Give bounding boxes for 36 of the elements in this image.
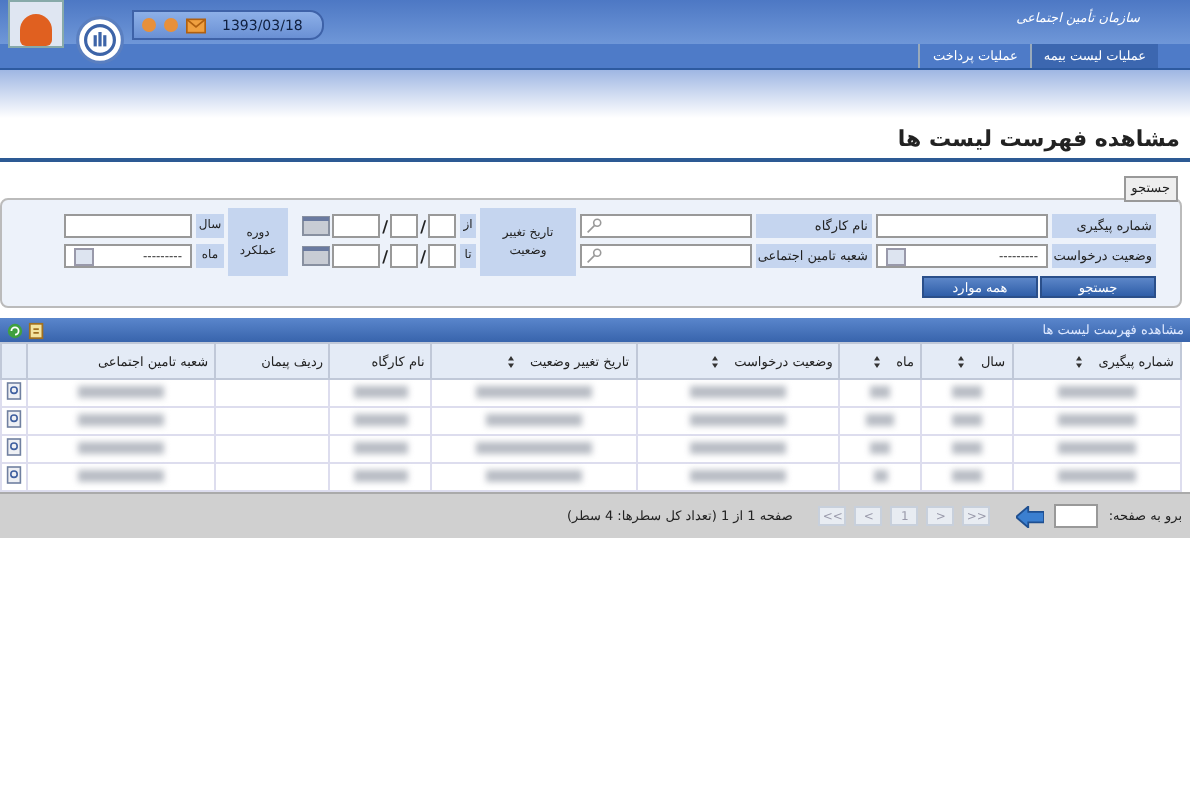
calendar-icon[interactable] xyxy=(302,246,331,266)
sort-icon[interactable] xyxy=(712,355,719,368)
branch-field[interactable] xyxy=(580,244,752,268)
date-separator: / xyxy=(420,247,426,265)
day-field[interactable] xyxy=(428,214,456,238)
workshop-name-field[interactable] xyxy=(580,214,752,238)
month-field[interactable] xyxy=(390,214,419,238)
date-separator: / xyxy=(382,247,389,265)
mail-icon[interactable] xyxy=(186,17,206,33)
month-field[interactable] xyxy=(390,244,419,268)
sort-icon[interactable] xyxy=(874,355,881,368)
view-document-icon[interactable] xyxy=(6,410,22,428)
page-title: مشاهده فهرست لیست ها xyxy=(0,126,1190,162)
year-field[interactable] xyxy=(64,214,192,238)
page-number-field[interactable] xyxy=(1054,504,1099,528)
view-document-icon[interactable] xyxy=(6,466,22,484)
day-field[interactable] xyxy=(428,244,456,268)
view-document-icon[interactable] xyxy=(6,438,22,456)
user-icon[interactable] xyxy=(8,0,64,48)
sort-icon[interactable] xyxy=(958,355,965,368)
go-arrow-icon[interactable] xyxy=(1016,505,1045,527)
caret-icon xyxy=(74,247,94,265)
date-separator: / xyxy=(382,217,389,235)
lookup-icon[interactable] xyxy=(586,218,602,234)
sort-icon[interactable] xyxy=(507,355,514,368)
date-separator: / xyxy=(420,217,426,235)
year-field[interactable] xyxy=(332,214,381,238)
sort-icon[interactable] xyxy=(1076,355,1083,368)
year-field[interactable] xyxy=(332,244,381,268)
tracking-number-field[interactable] xyxy=(876,214,1048,238)
export-icon[interactable] xyxy=(28,321,46,339)
calendar-icon[interactable] xyxy=(302,216,331,236)
view-document-icon[interactable] xyxy=(6,382,22,400)
lookup-icon[interactable] xyxy=(586,248,602,264)
caret-icon xyxy=(886,247,906,265)
refresh-icon[interactable] xyxy=(6,321,24,339)
